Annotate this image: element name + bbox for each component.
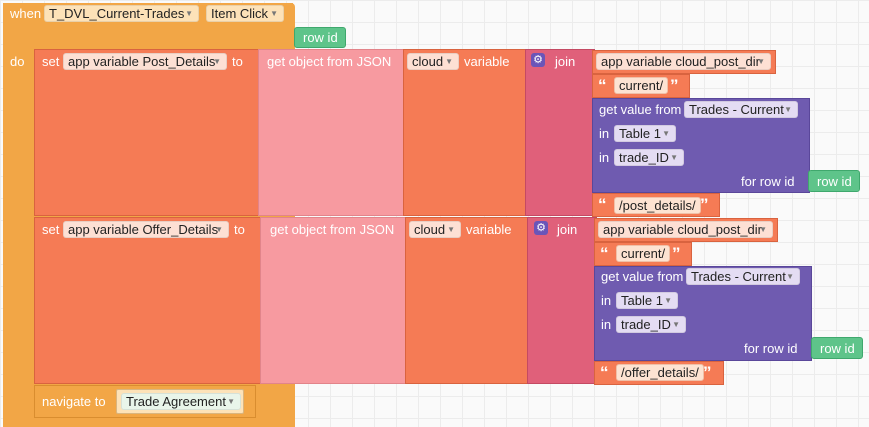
in-label: in (599, 126, 610, 141)
quote-close-icon: ” (700, 195, 709, 214)
variable-label: app variable Post_Details (68, 54, 216, 69)
quote-open-icon: “ (598, 76, 607, 95)
row-id-block[interactable]: row id (811, 337, 863, 359)
event-param-row-id[interactable]: row id (294, 27, 346, 48)
text-current-field[interactable]: current/ (616, 245, 671, 262)
event-name-label: Item Click (211, 6, 269, 21)
table-label: Table 1 (621, 293, 663, 308)
text-post-details-label: /post_details/ (619, 198, 696, 213)
offer-details-variable-dropdown[interactable]: app variable Offer_Details ▼ (63, 221, 229, 238)
for-row-id-label: for row id (741, 174, 795, 189)
in-label: in (601, 317, 612, 332)
chevron-down-icon: ▼ (672, 320, 680, 329)
row-id-block[interactable]: row id (808, 170, 860, 192)
for-row-id-label: for row id (744, 341, 798, 356)
do-label: do (10, 54, 25, 69)
chevron-down-icon: ▼ (215, 225, 223, 234)
cloud-post-dir-dropdown[interactable]: app variable cloud_post_dir ▼ (598, 221, 773, 238)
chevron-down-icon: ▼ (786, 272, 794, 281)
chevron-down-icon: ▼ (447, 225, 455, 234)
join-label: join (555, 54, 576, 69)
event-name-dropdown[interactable]: Item Click ▼ (206, 5, 284, 22)
to-label: to (232, 54, 243, 69)
chevron-down-icon: ▼ (662, 129, 670, 138)
chevron-down-icon: ▼ (270, 9, 278, 18)
cloud-dropdown[interactable]: cloud ▼ (407, 53, 459, 70)
set-label: set (42, 222, 60, 237)
chevron-down-icon: ▼ (664, 296, 672, 305)
dir-var-label: app variable cloud_post_dir (601, 54, 760, 69)
join-block[interactable] (525, 49, 595, 216)
set-label: set (42, 54, 60, 69)
text-current-label: current/ (619, 78, 664, 93)
row-id-label: row id (817, 174, 852, 189)
to-label: to (234, 222, 245, 237)
variable-suffix-label: variable (466, 222, 512, 237)
cloud-variable-block[interactable] (403, 49, 527, 216)
table-source-label: Trades - Current (691, 269, 786, 284)
join-block[interactable] (527, 217, 597, 384)
post-details-variable-dropdown[interactable]: app variable Post_Details ▼ (63, 53, 227, 70)
table-label: Table 1 (619, 126, 661, 141)
row-id-label: row id (303, 30, 338, 45)
column-label: trade_ID (619, 150, 669, 165)
chevron-down-icon: ▼ (759, 225, 767, 234)
gear-icon[interactable]: ⚙ (534, 221, 548, 235)
quote-open-icon: “ (600, 363, 609, 382)
column-label: trade_ID (621, 317, 671, 332)
quote-open-icon: “ (600, 244, 609, 263)
table-dropdown[interactable]: Table 1 ▼ (616, 292, 678, 309)
table-source-dropdown[interactable]: Trades - Current ▼ (684, 101, 798, 118)
chevron-down-icon: ▼ (784, 105, 792, 114)
quote-close-icon: ” (703, 363, 712, 382)
text-current-field[interactable]: current/ (614, 77, 669, 94)
cloud-post-dir-dropdown[interactable]: app variable cloud_post_dir ▼ (596, 53, 771, 70)
get-object-from-json-block[interactable] (260, 217, 407, 384)
chevron-down-icon: ▼ (757, 57, 765, 66)
screen-label: Trade Agreement (126, 394, 226, 409)
variable-suffix-label: variable (464, 54, 510, 69)
quote-close-icon: ” (670, 76, 679, 95)
chevron-down-icon: ▼ (185, 9, 193, 18)
quote-close-icon: ” (672, 244, 681, 263)
text-offer-details-label: /offer_details/ (621, 365, 699, 380)
cloud-label: cloud (414, 222, 446, 237)
column-dropdown[interactable]: trade_ID ▼ (614, 149, 684, 166)
get-json-label: get object from JSON (267, 54, 392, 69)
get-object-from-json-block[interactable] (258, 49, 405, 216)
dir-var-label: app variable cloud_post_dir (603, 222, 762, 237)
in-label: in (601, 293, 612, 308)
chevron-down-icon: ▼ (213, 57, 221, 66)
navigate-label: navigate to (42, 394, 106, 409)
table-source-dropdown[interactable]: Trades - Current ▼ (686, 268, 800, 285)
when-label: when (10, 6, 42, 21)
in-label: in (599, 150, 610, 165)
component-dropdown[interactable]: T_DVL_Current-Trades ▼ (44, 5, 199, 22)
component-label: T_DVL_Current-Trades (49, 6, 185, 21)
quote-open-icon: “ (598, 195, 607, 214)
text-current-label: current/ (621, 246, 666, 261)
table-source-label: Trades - Current (689, 102, 784, 117)
get-value-label: get value from (599, 102, 682, 117)
chevron-down-icon: ▼ (227, 397, 235, 406)
cloud-variable-block[interactable] (405, 217, 529, 384)
cloud-dropdown[interactable]: cloud ▼ (409, 221, 461, 238)
column-dropdown[interactable]: trade_ID ▼ (616, 316, 686, 333)
chevron-down-icon: ▼ (670, 153, 678, 162)
join-label: join (557, 222, 578, 237)
chevron-down-icon: ▼ (445, 57, 453, 66)
variable-label: app variable Offer_Details (68, 222, 219, 237)
set-block-post-details[interactable] (34, 49, 260, 216)
text-post-details-field[interactable]: /post_details/ (614, 197, 701, 214)
row-id-label: row id (820, 341, 855, 356)
get-value-label: get value from (601, 269, 684, 284)
table-dropdown[interactable]: Table 1 ▼ (614, 125, 676, 142)
screen-dropdown[interactable]: Trade Agreement ▼ (121, 393, 241, 410)
set-block-offer-details[interactable] (34, 217, 262, 384)
get-json-label: get object from JSON (270, 222, 395, 237)
cloud-label: cloud (412, 54, 444, 69)
text-offer-details-field[interactable]: /offer_details/ (616, 364, 704, 381)
gear-icon[interactable]: ⚙ (531, 53, 545, 67)
